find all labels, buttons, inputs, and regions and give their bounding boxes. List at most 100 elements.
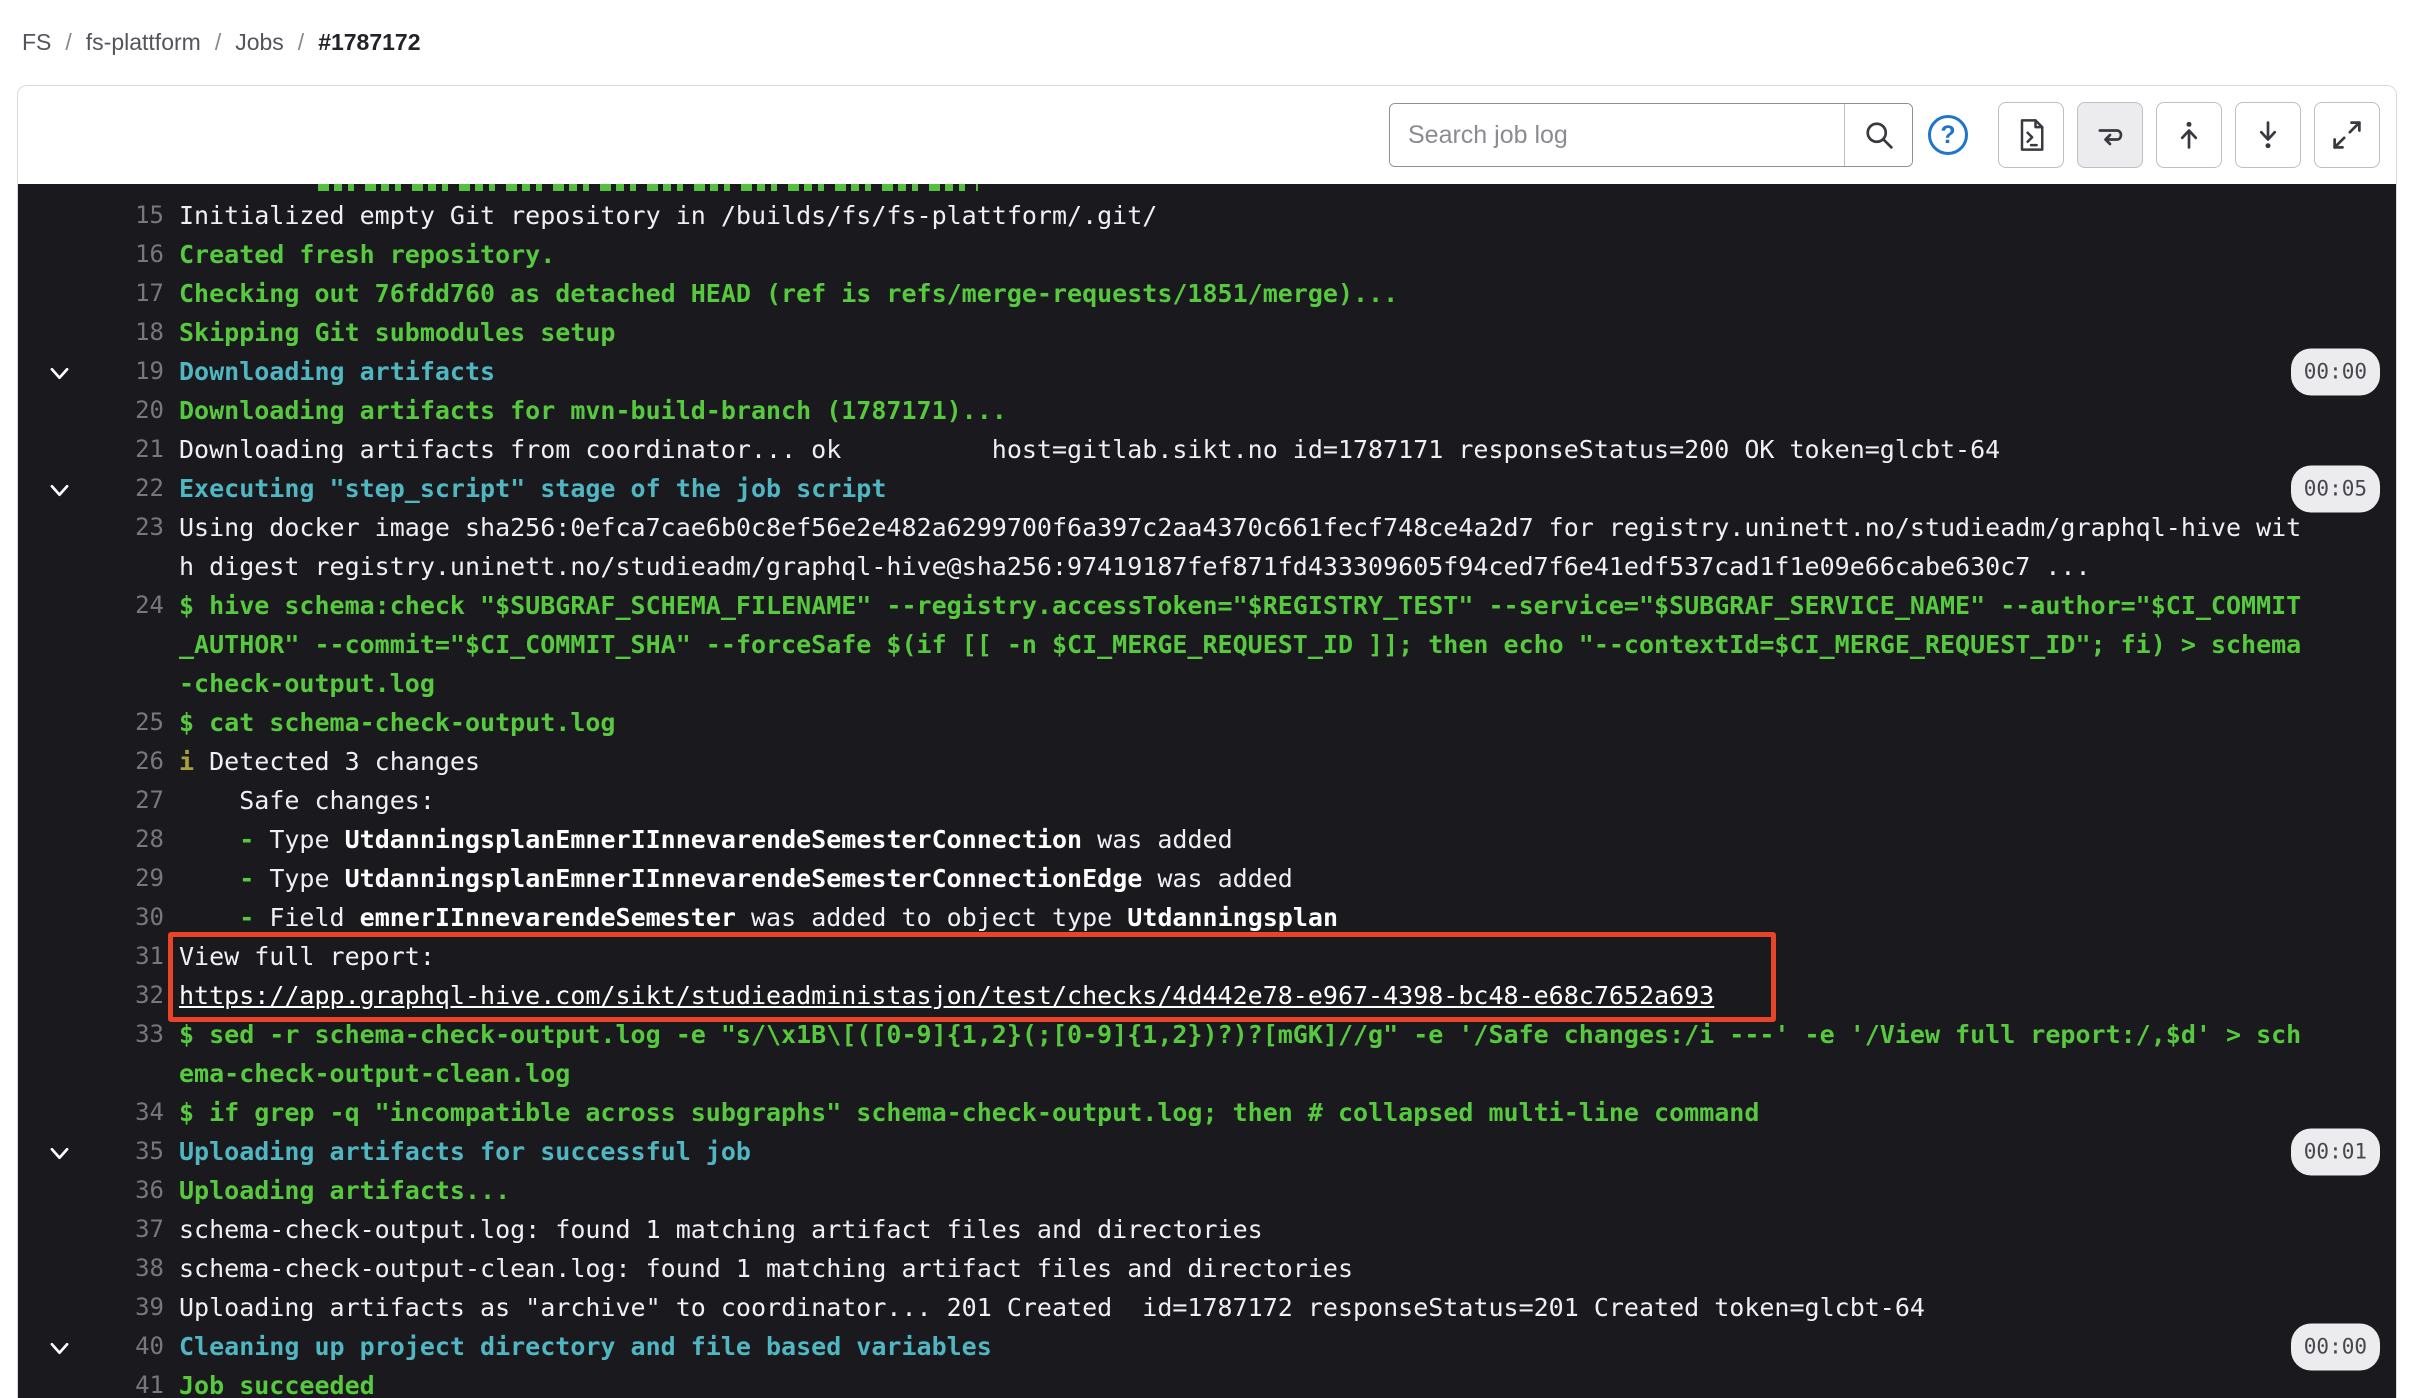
help-question-icon[interactable]: ? [1928,115,1968,155]
line-gutter: 33 [18,1015,164,1054]
line-gutter: 40 [18,1327,164,1366]
log-text: $ cat schema-check-output.log [179,703,2396,742]
duration-badge: 00:05 [2291,465,2380,512]
log-text-segment: schema-check-output-clean.log: found 1 m… [179,1254,1353,1283]
log-text-segment: Field [254,903,359,932]
line-number[interactable]: 31 [135,942,164,970]
line-gutter: 18 [18,313,164,352]
log-text: $ hive schema:check "$SUBGRAF_SCHEMA_FIL… [179,586,2396,703]
log-line: 25 $ cat schema-check-output.log [18,703,2396,742]
breadcrumb-item-project[interactable]: fs-plattform [86,29,201,56]
log-text: Uploading artifacts for successful job [179,1132,2396,1171]
log-text-segment: - [239,825,254,854]
line-number[interactable]: 38 [135,1254,164,1282]
log-text-segment: Safe changes: [179,786,435,815]
log-text-segment: was added [1082,825,1233,854]
line-number[interactable]: 35 [135,1137,164,1165]
line-number[interactable]: 24 [135,591,164,619]
breadcrumb-item-jobs[interactable]: Jobs [235,29,284,56]
breadcrumb-item-group[interactable]: FS [22,29,51,56]
log-line: 37 schema-check-output.log: found 1 match… [18,1210,2396,1249]
log-text: Initialized empty Git repository in /bui… [179,196,2396,235]
chevron-down-icon[interactable] [46,1335,73,1362]
log-text: Executing "step_script" stage of the job… [179,469,2396,508]
log-line: 23 Using docker image sha256:0efca7cae6b0… [18,508,2396,586]
line-number[interactable]: 28 [135,825,164,853]
line-number[interactable]: 26 [135,747,164,775]
line-number[interactable]: 39 [135,1293,164,1321]
line-gutter: 32 [18,976,164,1015]
line-gutter: 36 [18,1171,164,1210]
breadcrumb-item-job-id: #1787172 [318,29,420,56]
line-number[interactable]: 32 [135,981,164,1009]
duration-badge: 00:01 [2291,1128,2380,1175]
line-number[interactable]: 29 [135,864,164,892]
log-line: 39Uploading artifacts as "archive" to co… [18,1288,2396,1327]
line-number[interactable]: 37 [135,1215,164,1243]
log-text-segment: - [239,903,254,932]
chevron-down-icon[interactable] [46,477,73,504]
log-line: 19Downloading artifacts00:00 [18,352,2396,391]
log-line: 31 View full report: [18,937,2396,976]
raw-log-button[interactable] [1998,102,2064,168]
line-gutter: 20 [18,391,164,430]
line-gutter: 19 [18,352,164,391]
job-log-panel: ? [17,85,2397,1398]
line-number[interactable]: 25 [135,708,164,736]
line-number[interactable]: 18 [135,318,164,346]
log-text: Downloading artifacts for mvn-build-bran… [179,391,2396,430]
log-text-segment: # collapsed multi-line command [1308,1098,1760,1127]
line-number[interactable]: 40 [135,1332,164,1360]
raw-log-file-icon [2013,117,2049,153]
line-gutter: 35 [18,1132,164,1171]
line-number[interactable]: 36 [135,1176,164,1204]
breadcrumb-separator: / [215,29,221,56]
scroll-to-top-button[interactable] [2156,102,2222,168]
job-log: 15 Initialized empty Git repository in /b… [18,184,2396,1398]
clipped-log-line [318,184,978,191]
log-line: 33$ sed -r schema-check-output.log -e "s… [18,1015,2396,1093]
log-text-segment: Created fresh repository. [179,240,555,269]
line-number[interactable]: 21 [135,435,164,463]
line-number[interactable]: 30 [135,903,164,931]
chevron-down-icon[interactable] [46,360,73,387]
log-text: View full report: [179,937,2396,976]
line-number[interactable]: 41 [135,1371,164,1398]
log-line: 34$ if grep -q "incompatible across subg… [18,1093,2396,1132]
line-gutter: 41 [18,1366,164,1398]
line-number[interactable]: 16 [135,240,164,268]
line-gutter: 25 [18,703,164,742]
line-gutter: 16 [18,235,164,274]
log-text-segment: Downloading artifacts for mvn-build-bran… [179,396,1007,425]
line-gutter: 24 [18,586,164,625]
scroll-to-bottom-button[interactable] [2235,102,2301,168]
line-number[interactable]: 33 [135,1020,164,1048]
log-line: 35 Uploading artifacts for successful job… [18,1132,2396,1171]
line-number[interactable]: 15 [135,201,164,229]
line-number[interactable]: 17 [135,279,164,307]
line-number[interactable]: 19 [135,357,164,385]
line-number[interactable]: 34 [135,1098,164,1126]
line-gutter: 38 [18,1249,164,1288]
log-text-segment: schema-check-output.log: found 1 matchin… [179,1215,1263,1244]
line-number[interactable]: 22 [135,474,164,502]
line-number[interactable]: 20 [135,396,164,424]
search-button[interactable] [1844,104,1912,166]
log-text: https://app.graphql-hive.com/sikt/studie… [179,976,2396,1015]
wrap-lines-button[interactable] [2077,102,2143,168]
log-line: 28 - Type UtdanningsplanEmnerIInnevarend… [18,820,2396,859]
log-text-segment: was added to object type [736,903,1127,932]
fullscreen-button[interactable] [2314,102,2380,168]
line-gutter: 39 [18,1288,164,1327]
line-number[interactable]: 23 [135,513,164,541]
log-text-segment: Job succeeded [179,1371,375,1398]
log-text: Created fresh repository. [179,235,2396,274]
log-text-segment: i [179,747,194,776]
log-text-segment: UtdanningsplanEmnerIInnevarendeSemesterC… [345,825,1083,854]
chevron-down-icon[interactable] [46,1140,73,1167]
report-link[interactable]: https://app.graphql-hive.com/sikt/studie… [179,981,1714,1010]
line-gutter: 15 [18,196,164,235]
log-text-segment: Using docker image sha256:0efca7cae6b0c8… [179,513,2301,581]
line-number[interactable]: 27 [135,786,164,814]
search-input[interactable] [1390,104,1844,166]
